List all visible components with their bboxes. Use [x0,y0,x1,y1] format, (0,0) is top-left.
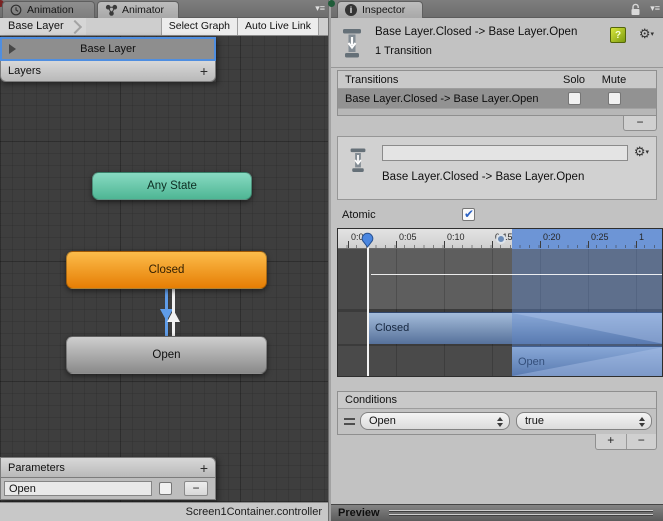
dropdown-arrows-icon [639,417,645,427]
timeline-ruler[interactable]: 0:00 0:05 0:10 0:15 0:20 0:25 1 [338,229,662,249]
ruler-tick-label: 0:20 [543,232,561,242]
breadcrumb[interactable]: Base Layer [0,18,86,35]
play-triangle-icon [9,44,16,54]
help-icon[interactable]: ? [610,27,626,43]
state-closed[interactable]: Closed [66,251,267,289]
parameter-name-field[interactable] [4,481,152,496]
mute-checkbox[interactable] [607,92,621,105]
transition-list-row[interactable]: Base Layer.Closed -> Base Layer.Open [338,89,656,109]
conditions-add-remove-tray: + − [595,434,657,450]
transition-icon-small [348,146,368,177]
check-icon: ✔ [464,207,475,221]
state-machine-graph[interactable]: Any State Closed Open [0,36,328,502]
ruler-tick-label: 0:05 [399,232,417,242]
solo-column-label: Solo [562,73,586,86]
atomic-checkbox[interactable]: ✔ [462,207,475,221]
inspector-panel: i Inspector ▾≡ Base Layer.Closed -> Base… [328,0,663,521]
transition-remove-tray: − [623,116,657,131]
conditions-header-label: Conditions [345,394,397,406]
parameter-row: − [0,478,216,500]
blend-weight-line [371,274,662,275]
playhead-handle[interactable] [361,231,374,251]
transition-icon [340,26,364,63]
parameters-widget: Parameters + − [0,457,216,500]
timeline-content: Closed Open [338,249,662,376]
tab-animator-label: Animator [122,4,165,16]
transition-start-handle[interactable] [496,234,506,244]
animator-toolbar: Base Layer Select Graph Auto Live Link [0,18,328,36]
controller-name: Screen1Container.controller [185,506,322,518]
drag-grip-icon [388,509,653,517]
add-parameter-button[interactable]: + [200,458,208,478]
inspector-tabbar: i Inspector ▾≡ [328,0,663,19]
tab-animator[interactable]: Animator [97,1,179,18]
atomic-row: Atomic ✔ [331,207,663,224]
mute-column-label: Mute [601,73,627,86]
state-any-state[interactable]: Any State [92,172,252,200]
window-dot-green [328,0,335,7]
tab-animation-label: Animation [27,4,74,16]
parameters-header: Parameters + [0,457,216,478]
remove-transition-button[interactable]: − [624,116,656,130]
tab-animation[interactable]: Animation [2,1,95,18]
layer-row-base-layer[interactable]: Base Layer [0,37,216,61]
transition-title: Base Layer.Closed -> Base Layer.Open [375,26,578,38]
lock-icon[interactable] [630,3,641,19]
unity-editor: Animation Animator ▾≡ Base Layer Select … [0,0,663,521]
dropdown-arrows-icon [497,417,503,427]
layers-widget: Base Layer Layers + [0,37,216,82]
transition-region-highlight[interactable] [512,249,662,376]
transition-name-input[interactable] [382,145,628,161]
transition-detail-label: Base Layer.Closed -> Base Layer.Open [382,171,585,183]
solo-checkbox[interactable] [567,92,581,105]
layers-header: Layers + [0,61,216,82]
preview-label: Preview [338,507,380,519]
state-open[interactable]: Open [66,336,267,374]
transition-timeline[interactable]: Closed Open 0:00 0:05 0:10 0:15 0:20 0:2… [337,228,663,377]
remove-parameter-button[interactable]: − [184,481,208,496]
transitions-header-label: Transitions [345,73,399,86]
ruler-tick-label: 0:25 [591,232,609,242]
atomic-label: Atomic [342,209,376,221]
parameter-bool-checkbox[interactable] [159,482,172,495]
animator-tabbar: Animation Animator ▾≡ [0,0,328,18]
condition-row: Open true [338,409,656,434]
auto-live-link-button[interactable]: Auto Live Link [237,18,319,35]
pane-menu-icon[interactable]: ▾≡ [650,3,660,14]
condition-value-dropdown[interactable]: true [516,412,652,430]
select-graph-button[interactable]: Select Graph [160,18,238,35]
preview-splitter-bar[interactable]: Preview [331,504,663,521]
inspector-header: Base Layer.Closed -> Base Layer.Open 1 T… [331,18,663,68]
pane-menu-icon[interactable]: ▾≡ [315,3,325,14]
playhead-line [367,242,369,376]
conditions-box: Conditions Open true [337,391,657,435]
ruler-tick-label: 0:10 [447,232,465,242]
tab-inspector-label: Inspector [362,4,406,16]
gear-icon[interactable]: ⚙▾ [634,144,649,160]
remove-condition-button[interactable]: − [625,434,657,449]
add-condition-button[interactable]: + [596,434,626,449]
condition-parameter-dropdown[interactable]: Open [360,412,510,430]
transition-subtitle: 1 Transition [375,45,432,57]
add-layer-button[interactable]: + [200,61,208,81]
layer-row-label: Base Layer [80,43,136,55]
controller-statusbar: Screen1Container.controller [0,502,328,521]
breadcrumb-label: Base Layer [8,20,64,32]
tab-inspector[interactable]: i Inspector [337,1,423,18]
info-icon: i [345,4,357,16]
transitions-box: Transitions Solo Mute Base Layer.Closed … [337,70,657,116]
transition-detail-box: ⚙▾ Base Layer.Closed -> Base Layer.Open [337,136,657,200]
animator-panel: Animation Animator ▾≡ Base Layer Select … [0,0,328,521]
drag-handle-icon[interactable] [344,418,355,425]
gear-icon[interactable]: ⚙▾ [639,26,654,42]
ruler-tick-label: 1 [639,232,645,242]
